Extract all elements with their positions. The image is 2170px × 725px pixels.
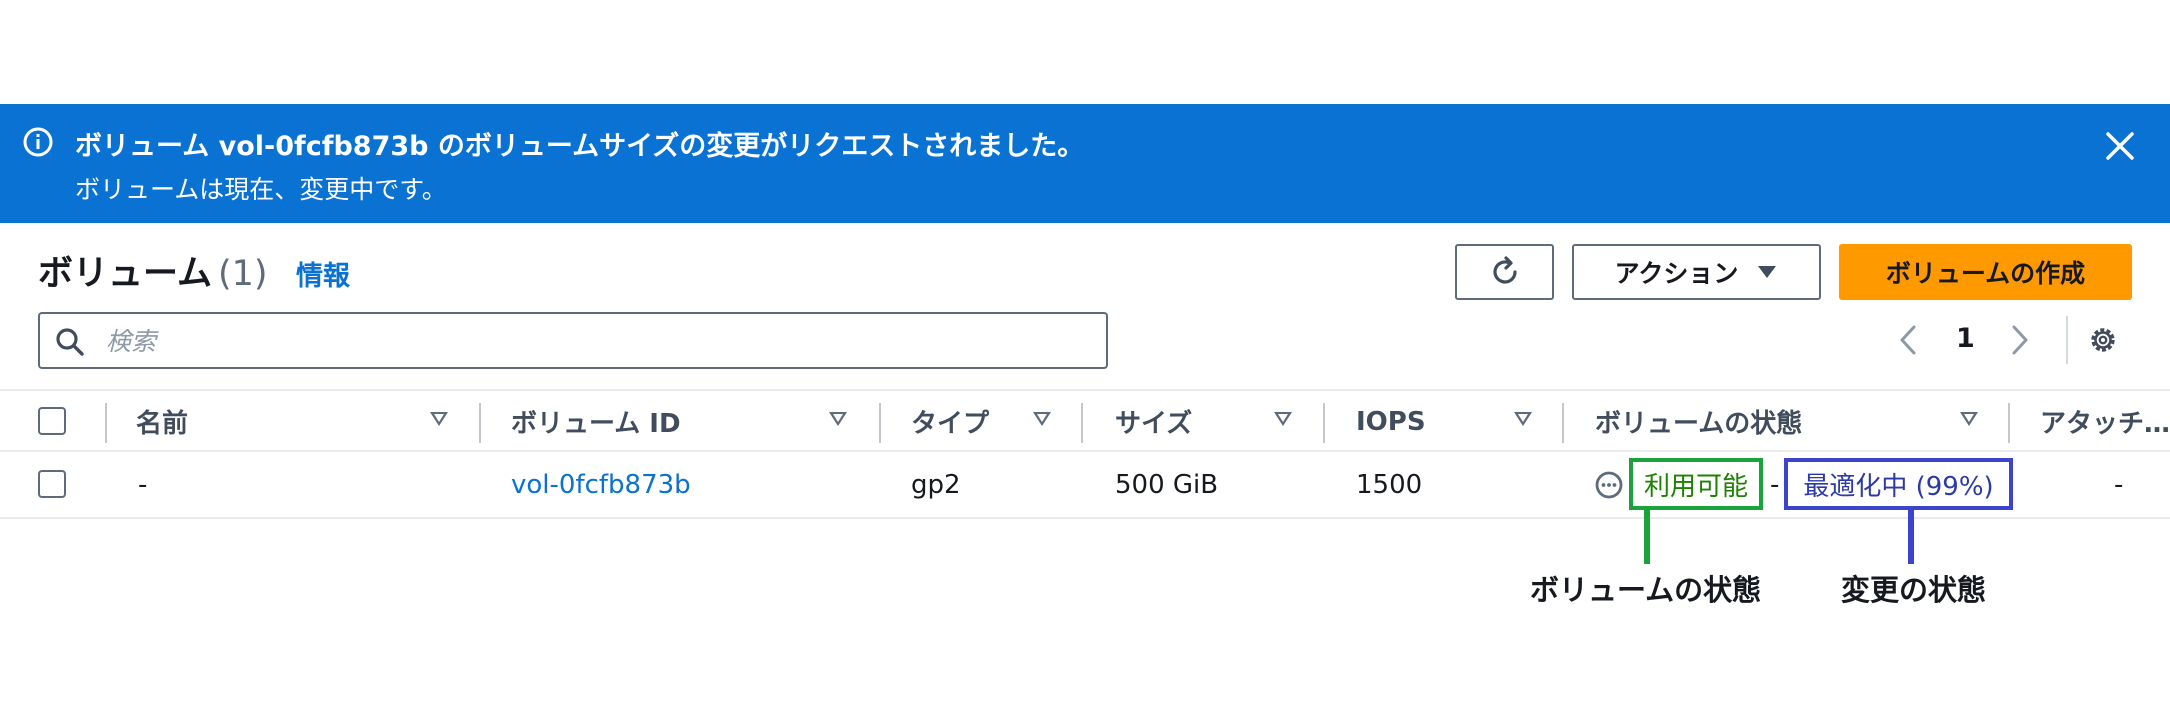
cell-iops: 1500	[1356, 469, 1423, 500]
search-input[interactable]	[104, 322, 1084, 360]
column-header-size[interactable]: サイズ	[1115, 391, 1192, 452]
close-button[interactable]	[2100, 126, 2140, 166]
column-header-volume-state[interactable]: ボリュームの状態	[1595, 391, 1802, 452]
info-icon	[23, 127, 53, 157]
cell-size: 500 GiB	[1115, 469, 1219, 500]
refresh-button[interactable]	[1455, 244, 1554, 300]
table-row[interactable]: - vol-0fcfb873b gp2 500 GiB 1500 利用可能 - …	[0, 452, 2170, 519]
actions-label: アクション	[1614, 259, 1739, 288]
page-title: ボリューム (1)	[38, 245, 268, 296]
sort-icon[interactable]	[1033, 412, 1051, 426]
title-text: ボリューム	[38, 254, 212, 294]
create-volume-button[interactable]: ボリュームの作成	[1839, 244, 2132, 300]
cell-type: gp2	[911, 469, 961, 500]
refresh-icon	[1492, 256, 1517, 284]
table-header: 名前 ボリューム ID タイプ サイズ IOPS ボリュームの状態 アタッチ…	[0, 389, 2170, 452]
resource-count: (1)	[217, 254, 268, 294]
annotation-connector-blue	[1908, 510, 1914, 564]
sort-icon[interactable]	[829, 412, 847, 426]
current-page[interactable]: 1	[1956, 323, 1975, 354]
pending-icon	[1595, 471, 1623, 499]
column-divider[interactable]	[1081, 403, 1083, 443]
cell-name: -	[138, 469, 148, 500]
search-box	[38, 312, 1108, 369]
sort-icon[interactable]	[1514, 412, 1532, 426]
cell-attached: -	[2114, 469, 2124, 500]
caret-down-icon	[1758, 266, 1777, 278]
flash-detail: ボリュームは現在、変更中です。	[75, 175, 447, 204]
state-separator: -	[1770, 469, 1780, 500]
column-divider[interactable]	[879, 403, 881, 443]
sort-icon[interactable]	[430, 412, 448, 426]
pagination-divider	[2066, 316, 2068, 364]
row-checkbox[interactable]	[38, 470, 66, 498]
annotation-modification-state: 変更の状態	[1841, 573, 1987, 607]
column-header-name[interactable]: 名前	[136, 391, 188, 452]
cell-volume-id-link[interactable]: vol-0fcfb873b	[511, 452, 691, 517]
actions-dropdown[interactable]: アクション	[1572, 244, 1821, 300]
column-divider[interactable]	[479, 403, 481, 443]
column-divider[interactable]	[2008, 403, 2010, 443]
info-link[interactable]: 情報	[296, 254, 350, 293]
column-divider[interactable]	[1323, 403, 1325, 443]
select-all-checkbox[interactable]	[38, 407, 66, 435]
column-divider	[105, 403, 107, 443]
sort-icon[interactable]	[1274, 412, 1292, 426]
column-header-volume-id[interactable]: ボリューム ID	[511, 391, 681, 452]
column-header-type[interactable]: タイプ	[911, 391, 989, 452]
search-icon	[56, 328, 84, 356]
sort-icon[interactable]	[1960, 412, 1978, 426]
flash-message: ボリューム vol-0fcfb873b のボリュームサイズの変更がリクエストされ…	[75, 131, 1085, 162]
gear-icon[interactable]	[2085, 322, 2121, 358]
column-header-iops[interactable]: IOPS	[1356, 391, 1426, 452]
annotation-volume-state: ボリュームの状態	[1530, 573, 1762, 607]
volume-state-badge: 利用可能	[1629, 458, 1763, 510]
chevron-right-icon[interactable]	[2008, 323, 2032, 357]
column-header-attached[interactable]: アタッチ…	[2040, 391, 2170, 452]
annotation-connector-green	[1644, 510, 1650, 564]
modification-state-badge: 最適化中 (99%)	[1784, 458, 2013, 510]
chevron-left-icon[interactable]	[1896, 323, 1920, 357]
flash-banner: ボリューム vol-0fcfb873b のボリュームサイズの変更がリクエストされ…	[0, 104, 2170, 223]
column-divider[interactable]	[1562, 403, 1564, 443]
close-icon	[2106, 132, 2134, 160]
